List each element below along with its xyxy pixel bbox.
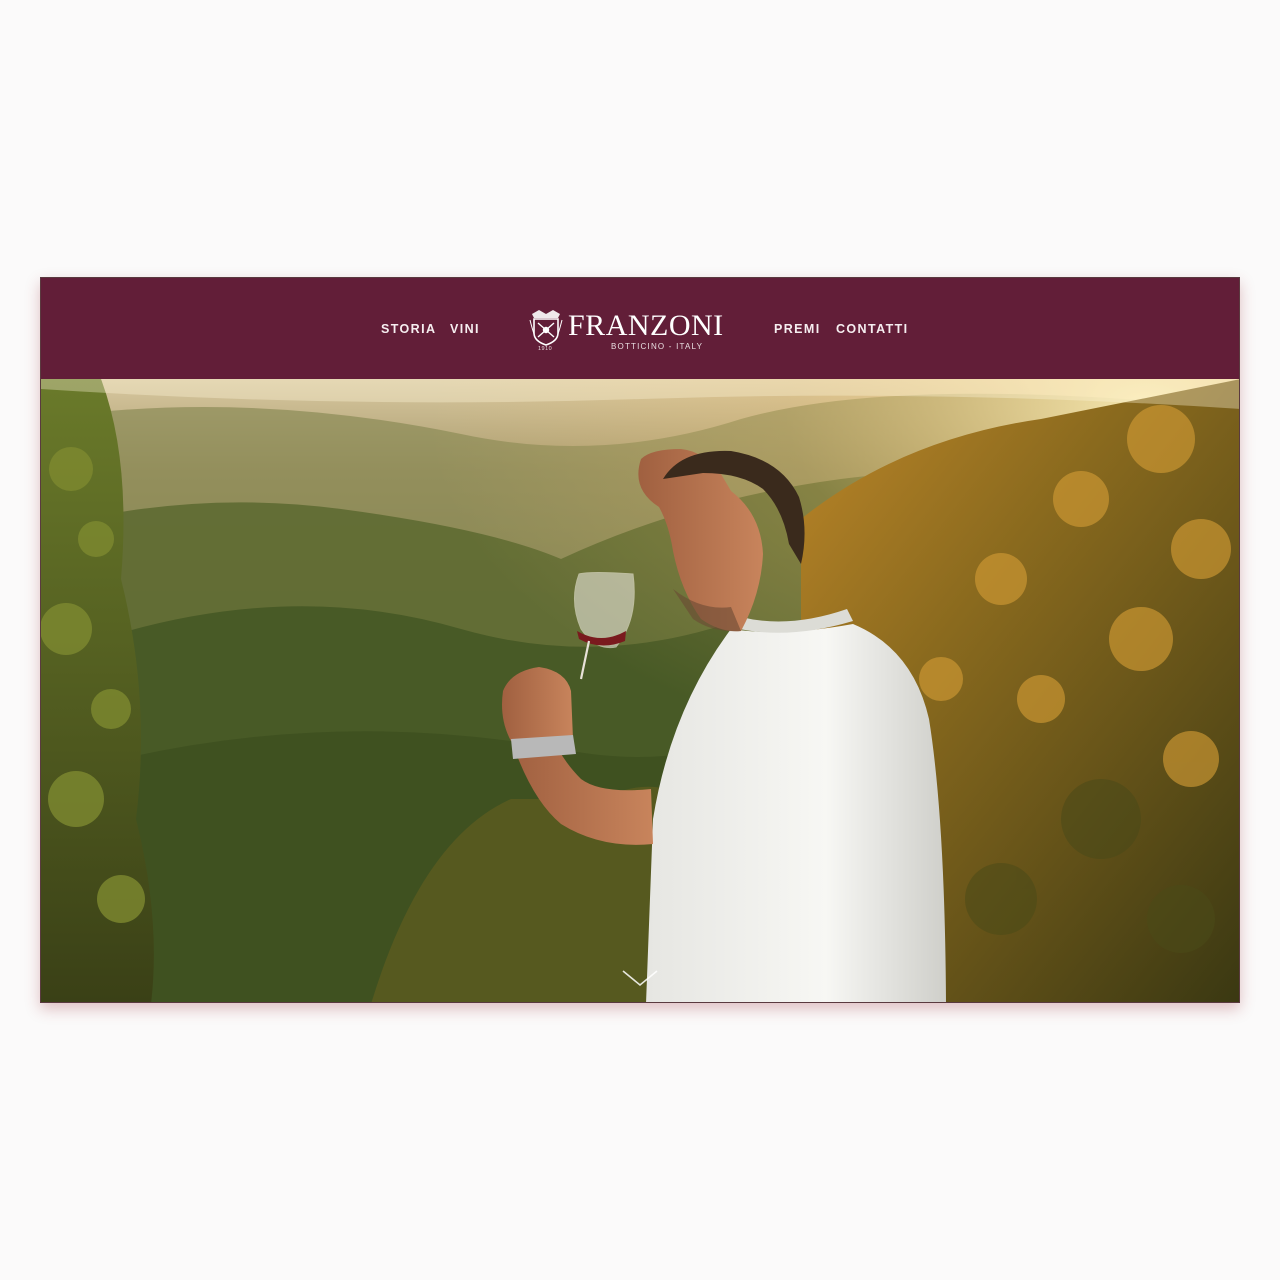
nav-link-vini[interactable]: VINI xyxy=(450,322,480,336)
hero-photo xyxy=(41,379,1239,1002)
hero-illustration xyxy=(41,379,1239,1002)
logo-wordmark: FRANZONI xyxy=(568,309,724,342)
chevron-down-icon[interactable] xyxy=(621,967,659,989)
logo-year: 1910 xyxy=(538,346,553,352)
top-navbar: STORIA VINI 1910 FRANZONI BOTTICINO - IT… xyxy=(41,278,1239,379)
logo-subtitle: BOTTICINO - ITALY xyxy=(611,342,704,351)
nav-link-storia[interactable]: STORIA xyxy=(381,322,436,336)
nav-link-premi[interactable]: PREMI xyxy=(774,322,821,336)
franzoni-logo[interactable]: 1910 FRANZONI BOTTICINO - ITALY xyxy=(529,308,729,354)
website-frame: STORIA VINI 1910 FRANZONI BOTTICINO - IT… xyxy=(40,277,1240,1003)
nav-link-contatti[interactable]: CONTATTI xyxy=(836,322,909,336)
crest-icon xyxy=(529,310,563,346)
